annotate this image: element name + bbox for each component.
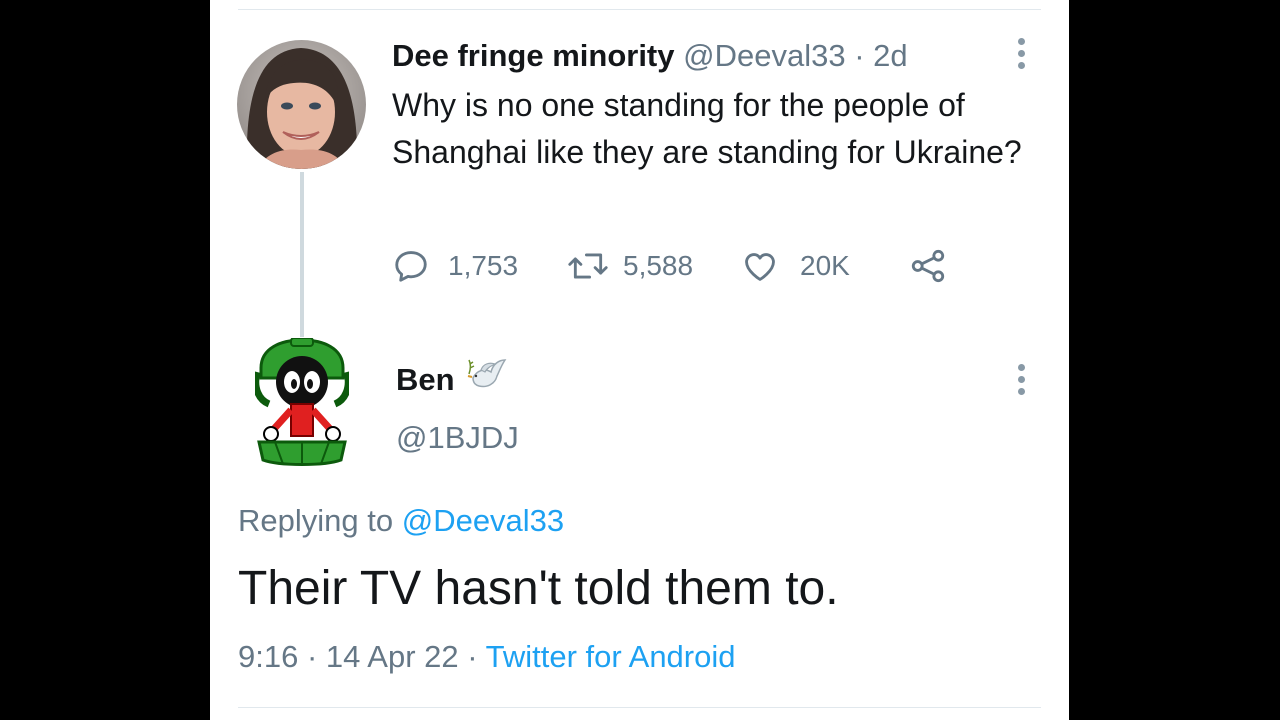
dot-icon xyxy=(1018,50,1025,57)
replying-prefix: Replying to xyxy=(238,503,394,538)
reply-author-name-row: Ben xyxy=(396,358,507,402)
reply-author-name[interactable]: Ben xyxy=(396,360,455,400)
tweet-text: Why is no one standing for the people of… xyxy=(392,87,1022,170)
meta-separator: · xyxy=(467,639,478,674)
dot-icon xyxy=(1018,364,1025,371)
bottom-divider xyxy=(238,707,1041,708)
reply-author-handle[interactable]: @1BJDJ xyxy=(396,418,519,458)
dot-icon xyxy=(1018,38,1025,45)
like-count: 20K xyxy=(800,250,850,281)
tweet-header: Dee fringe minority @Deeval33 · 2d xyxy=(392,38,908,74)
author-avatar[interactable] xyxy=(237,40,366,169)
reply-count: 1,753 xyxy=(448,250,519,281)
like-button[interactable]: 20K xyxy=(740,243,850,289)
retweet-button[interactable]: 5,588 xyxy=(567,243,693,289)
reply-date[interactable]: 14 Apr 22 xyxy=(326,639,459,674)
author-handle[interactable]: @Deeval33 xyxy=(683,38,845,73)
share-icon xyxy=(911,249,945,283)
replying-to: Replying to @Deeval33 xyxy=(238,500,564,542)
dove-of-peace-icon xyxy=(467,358,507,402)
retweet-icon xyxy=(568,253,608,279)
meta-separator: · xyxy=(306,639,318,674)
reply-icon xyxy=(395,251,427,282)
reply-more-options-icon[interactable] xyxy=(1016,364,1028,396)
thread-line xyxy=(300,172,304,337)
reply-text: Their TV hasn't told them to. xyxy=(238,562,839,615)
dot-icon xyxy=(1018,376,1025,383)
share-button[interactable] xyxy=(908,243,948,289)
reply-author-avatar[interactable] xyxy=(252,337,352,466)
reply-time[interactable]: 9:16 xyxy=(238,639,298,674)
author-name[interactable]: Dee fringe minority xyxy=(392,38,675,73)
retweet-count: 5,588 xyxy=(623,250,694,281)
reply-button[interactable]: 1,753 xyxy=(392,243,518,289)
client-link[interactable]: Twitter for Android xyxy=(486,639,736,674)
tweet-actions: 1,753 5,588 20K xyxy=(392,243,992,289)
top-divider xyxy=(238,9,1041,10)
dot-icon xyxy=(1018,388,1025,395)
header-separator: · xyxy=(854,38,865,73)
tweet-thread-panel: Dee fringe minority @Deeval33 · 2d Why i… xyxy=(210,0,1069,720)
more-options-icon[interactable] xyxy=(1016,38,1028,70)
dot-icon xyxy=(1018,62,1025,69)
reply-meta: 9:16 · 14 Apr 22 · Twitter for Android xyxy=(238,636,736,678)
tweet-time[interactable]: 2d xyxy=(873,38,907,73)
heart-icon xyxy=(745,253,775,281)
replying-handle-link[interactable]: @Deeval33 xyxy=(402,503,564,538)
